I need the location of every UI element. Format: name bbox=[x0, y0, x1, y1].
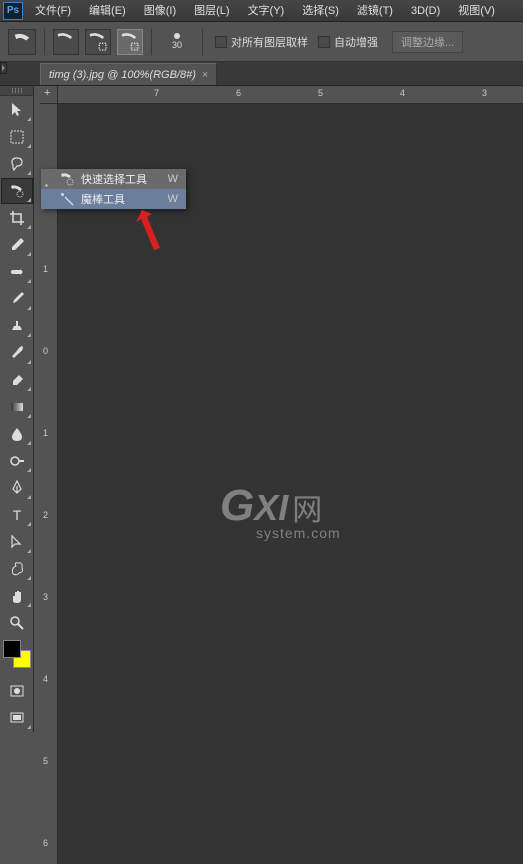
refine-edge-button[interactable]: 调整边缘... bbox=[392, 31, 463, 53]
collapsed-panel-toggle[interactable] bbox=[0, 62, 7, 74]
type-tool[interactable]: T bbox=[1, 502, 33, 528]
menu-bar: Ps 文件(F) 编辑(E) 图像(I) 图层(L) 文字(Y) 选择(S) 滤… bbox=[0, 0, 523, 22]
document-tab[interactable]: timg (3).jpg @ 100%(RGB/8#) × bbox=[40, 63, 217, 85]
menu-image[interactable]: 图像(I) bbox=[135, 0, 185, 22]
quick-select-icon bbox=[59, 171, 75, 187]
eraser-tool[interactable] bbox=[1, 367, 33, 393]
menu-3d[interactable]: 3D(D) bbox=[402, 0, 449, 22]
ruler-origin[interactable] bbox=[40, 86, 58, 104]
menu-layer[interactable]: 图层(L) bbox=[185, 0, 238, 22]
flyout-item-label: 快速选择工具 bbox=[81, 171, 162, 187]
auto-enhance-checkbox[interactable] bbox=[318, 36, 330, 48]
svg-text:T: T bbox=[13, 507, 22, 523]
flyout-check-icon bbox=[45, 195, 53, 203]
vertical-ruler[interactable]: 2 1 0 1 2 3 4 5 6 bbox=[40, 104, 58, 864]
document-tabs: timg (3).jpg @ 100%(RGB/8#) × bbox=[0, 62, 523, 86]
dodge-tool[interactable] bbox=[1, 448, 33, 474]
gradient-tool[interactable] bbox=[1, 394, 33, 420]
healing-brush-tool[interactable] bbox=[1, 259, 33, 285]
horizontal-ruler[interactable]: 7 6 5 4 3 bbox=[58, 86, 523, 104]
clone-stamp-tool[interactable] bbox=[1, 313, 33, 339]
tab-close-button[interactable]: × bbox=[202, 69, 208, 81]
sample-all-layers-label: 对所有图层取样 bbox=[231, 34, 308, 50]
path-selection-tool[interactable] bbox=[1, 529, 33, 555]
quick-mask-toggle[interactable] bbox=[1, 678, 33, 704]
flyout-quick-selection[interactable]: 快速选择工具 W bbox=[41, 169, 186, 189]
foreground-color[interactable] bbox=[3, 640, 21, 658]
watermark: GXI网 system.com bbox=[220, 481, 341, 541]
options-bar: 30 对所有图层取样 自动增强 调整边缘... bbox=[0, 22, 523, 62]
color-swatches[interactable] bbox=[0, 637, 33, 677]
flyout-magic-wand[interactable]: 魔棒工具 W bbox=[41, 189, 186, 209]
divider bbox=[202, 29, 203, 55]
divider bbox=[44, 29, 45, 55]
toolbox: T bbox=[0, 86, 34, 732]
screen-mode-toggle[interactable] bbox=[1, 705, 33, 731]
flyout-item-shortcut: W bbox=[168, 173, 178, 185]
quick-selection-tool[interactable] bbox=[1, 178, 33, 204]
new-selection-btn[interactable] bbox=[53, 29, 79, 55]
shape-tool[interactable] bbox=[1, 556, 33, 582]
lasso-tool[interactable] bbox=[1, 151, 33, 177]
divider bbox=[151, 29, 152, 55]
tool-flyout-menu: 快速选择工具 W 魔棒工具 W bbox=[41, 169, 186, 209]
brush-size-picker[interactable]: 30 bbox=[160, 33, 194, 50]
brush-tool[interactable] bbox=[1, 286, 33, 312]
move-tool[interactable] bbox=[1, 97, 33, 123]
sample-all-layers-checkbox[interactable] bbox=[215, 36, 227, 48]
add-selection-btn[interactable] bbox=[85, 29, 111, 55]
crop-tool[interactable] bbox=[1, 205, 33, 231]
menu-file[interactable]: 文件(F) bbox=[26, 0, 80, 22]
annotation-arrow bbox=[130, 208, 170, 256]
pen-tool[interactable] bbox=[1, 475, 33, 501]
menu-view[interactable]: 视图(V) bbox=[449, 0, 504, 22]
menu-edit[interactable]: 编辑(E) bbox=[80, 0, 135, 22]
hand-tool[interactable] bbox=[1, 583, 33, 609]
marquee-tool[interactable] bbox=[1, 124, 33, 150]
toolbox-grip[interactable] bbox=[0, 86, 33, 96]
menu-type[interactable]: 文字(Y) bbox=[239, 0, 294, 22]
flyout-check-icon bbox=[45, 175, 53, 183]
history-brush-tool[interactable] bbox=[1, 340, 33, 366]
subtract-selection-btn[interactable] bbox=[117, 29, 143, 55]
app-logo: Ps bbox=[0, 0, 26, 22]
menu-filter[interactable]: 滤镜(T) bbox=[348, 0, 402, 22]
tab-label: timg (3).jpg @ 100%(RGB/8#) bbox=[49, 69, 196, 81]
eyedropper-tool[interactable] bbox=[1, 232, 33, 258]
menu-select[interactable]: 选择(S) bbox=[293, 0, 348, 22]
zoom-tool[interactable] bbox=[1, 610, 33, 636]
magic-wand-icon bbox=[59, 191, 75, 207]
flyout-item-shortcut: W bbox=[168, 193, 178, 205]
tool-preset-picker[interactable] bbox=[8, 29, 36, 55]
flyout-item-label: 魔棒工具 bbox=[81, 191, 162, 207]
auto-enhance-label: 自动增强 bbox=[334, 34, 378, 50]
blur-tool[interactable] bbox=[1, 421, 33, 447]
